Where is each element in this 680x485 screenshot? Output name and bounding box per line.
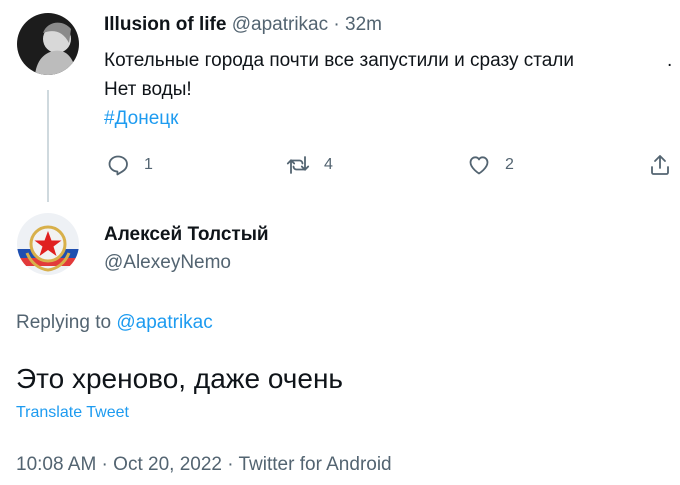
parent-text-line2: Нет воды! <box>104 79 192 100</box>
like-action[interactable]: 2 <box>467 153 514 177</box>
reply-count: 1 <box>144 156 153 173</box>
reply-text: Это хреново, даже очень <box>16 363 344 394</box>
parent-tweet-header: Illusion of life @apatrikac · 32m <box>104 14 382 36</box>
thread-connector-line <box>47 90 49 202</box>
parent-tweet-text: Котельные города почти все запустили и с… <box>104 46 674 133</box>
parent-avatar[interactable] <box>17 13 79 75</box>
reply-icon <box>108 155 128 176</box>
share-icon <box>651 155 669 175</box>
avatar-image <box>17 13 79 75</box>
replying-to: Replying to @apatrikac <box>16 312 213 334</box>
replying-handle-link[interactable]: @apatrikac <box>116 312 212 333</box>
hashtag-link[interactable]: #Донецк <box>104 104 674 133</box>
reply-display-name[interactable]: Алексей Толстый <box>104 224 269 246</box>
replying-prefix: Replying to <box>16 312 112 333</box>
like-count: 2 <box>505 156 514 173</box>
avatar-image <box>17 213 79 275</box>
reply-avatar[interactable] <box>17 213 79 275</box>
parent-display-name[interactable]: Illusion of life <box>104 14 226 35</box>
heart-icon <box>469 156 489 175</box>
retweet-icon <box>286 156 310 174</box>
reply-handle[interactable]: @AlexeyNemo <box>104 252 231 274</box>
parent-text-line1: Котельные города почти все запустили и с… <box>104 50 574 71</box>
parent-handle-time[interactable]: @apatrikac · 32m <box>232 14 382 35</box>
tweet-meta[interactable]: 10:08 AM · Oct 20, 2022 · Twitter for An… <box>16 454 392 476</box>
retweet-action[interactable]: 4 <box>286 153 333 177</box>
translate-tweet-link[interactable]: Translate Tweet <box>16 404 129 422</box>
reply-action[interactable]: 1 <box>106 153 153 177</box>
share-action[interactable] <box>648 153 672 177</box>
retweet-count: 4 <box>324 156 333 173</box>
parent-text-line1-tail: . <box>667 50 673 71</box>
